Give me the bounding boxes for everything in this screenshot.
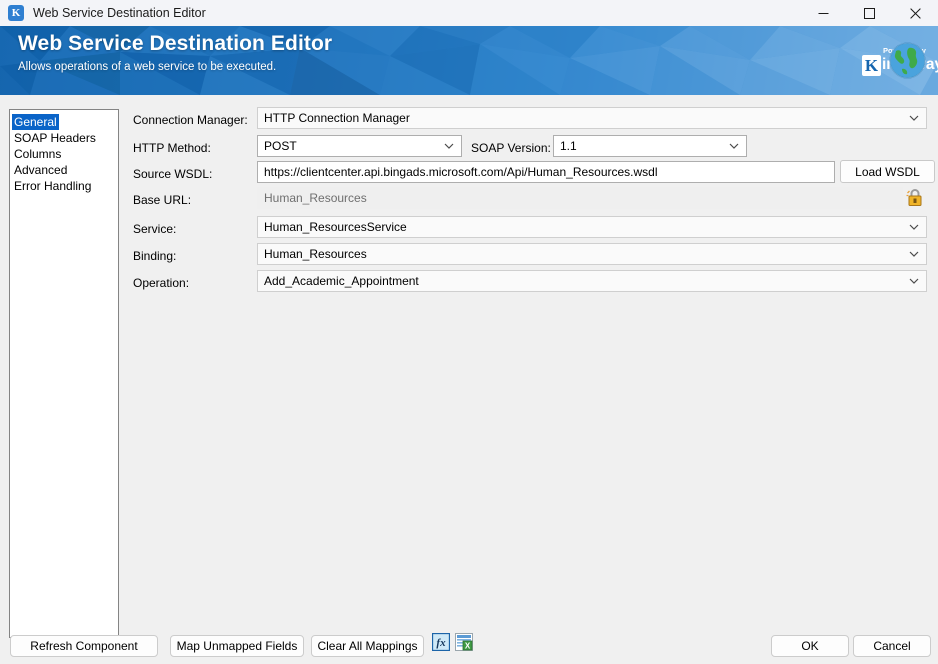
column-mapping-grid-icon[interactable]: X (455, 633, 473, 656)
chevron-down-icon (909, 251, 919, 257)
window-controls (800, 0, 938, 26)
base-url-readonly-field: Human_Resources (257, 187, 903, 209)
binding-select[interactable]: Human_Resources (257, 243, 927, 265)
cancel-button[interactable]: Cancel (853, 635, 931, 657)
connection-manager-select[interactable]: HTTP Connection Manager (257, 107, 927, 129)
minimize-icon[interactable] (800, 0, 846, 26)
kingswaysoft-k-icon: K (8, 5, 24, 21)
nav-row: Advanced (10, 161, 118, 177)
maximize-icon[interactable] (846, 0, 892, 26)
load-wsdl-button[interactable]: Load WSDL (840, 160, 935, 183)
nav-row: Columns (10, 145, 118, 161)
fx-expression-icon[interactable]: fx (431, 632, 451, 656)
header-banner: Web Service Destination Editor Allows op… (0, 26, 938, 95)
http-method-label-row: HTTP Method: (133, 137, 211, 159)
source-wsdl-label-row: Source WSDL: (133, 163, 212, 185)
refresh-component-button[interactable]: Refresh Component (10, 635, 158, 657)
brand-k-mark: K (862, 55, 881, 76)
nav-row: Error Handling (10, 177, 118, 193)
svg-text:X: X (465, 642, 471, 651)
chevron-down-icon (909, 115, 919, 121)
nav-row: SOAP Headers (10, 129, 118, 145)
connection-manager-label: Connection Manager: (133, 113, 248, 127)
http-method-value: POST (264, 139, 297, 153)
chevron-down-icon (729, 143, 739, 149)
operation-value: Add_Academic_Appointment (264, 274, 419, 288)
kingswaysoft-logo: K Powered By ingswaySoft (862, 46, 938, 76)
soap-version-label: SOAP Version: (471, 141, 551, 155)
connection-manager-value: HTTP Connection Manager (264, 111, 410, 125)
source-wsdl-value: https://clientcenter.api.bingads.microso… (264, 165, 658, 179)
map-unmapped-fields-button[interactable]: Map Unmapped Fields (170, 635, 304, 657)
banner-title: Web Service Destination Editor (18, 32, 333, 55)
ok-button[interactable]: OK (771, 635, 849, 657)
service-label-row: Service: (133, 218, 176, 240)
base-url-label: Base URL: (133, 193, 192, 207)
http-method-select[interactable]: POST (257, 135, 462, 157)
sidebar-item-columns[interactable]: Columns (12, 146, 63, 162)
banner-subtitle: Allows operations of a web service to be… (18, 61, 277, 73)
cancel-label: Cancel (873, 639, 911, 653)
sidebar-item-soap-headers[interactable]: SOAP Headers (12, 130, 98, 146)
chevron-down-icon (909, 224, 919, 230)
chevron-down-icon (444, 143, 454, 149)
service-label: Service: (133, 222, 177, 236)
sidebar-item-advanced[interactable]: Advanced (12, 162, 69, 178)
operation-label-row: Operation: (133, 272, 189, 294)
binding-value: Human_Resources (264, 247, 367, 261)
map-unmapped-fields-label: Map Unmapped Fields (176, 639, 298, 653)
svg-text:fx: fx (436, 637, 446, 649)
window-title: Web Service Destination Editor (33, 6, 206, 20)
base-url-label-row: Base URL: (133, 189, 191, 211)
refresh-component-label: Refresh Component (30, 639, 138, 653)
source-wsdl-label: Source WSDL: (133, 167, 213, 181)
web-service-destination-editor-window: K Web Service Destination Editor Web Ser… (0, 0, 938, 664)
service-value: Human_ResourcesService (264, 220, 407, 234)
soap-version-value: 1.1 (560, 139, 577, 153)
padlock-icon[interactable] (905, 187, 925, 213)
source-wsdl-input[interactable]: https://clientcenter.api.bingads.microso… (257, 161, 835, 183)
connection-manager-label-row: Connection Manager: (133, 109, 248, 131)
soap-version-select[interactable]: 1.1 (553, 135, 747, 157)
sidebar-item-general[interactable]: General (12, 114, 59, 130)
service-select[interactable]: Human_ResourcesService (257, 216, 927, 238)
operation-select[interactable]: Add_Academic_Appointment (257, 270, 927, 292)
close-icon[interactable] (892, 0, 938, 26)
title-bar: K Web Service Destination Editor (0, 0, 938, 26)
chevron-down-icon (909, 278, 919, 284)
clear-all-mappings-button[interactable]: Clear All Mappings (311, 635, 424, 657)
section-nav-list[interactable]: General SOAP Headers Columns Advanced Er… (9, 109, 119, 638)
banner-text-group: Web Service Destination Editor Allows op… (18, 32, 332, 73)
operation-label: Operation: (133, 276, 190, 290)
content-area: General SOAP Headers Columns Advanced Er… (0, 95, 938, 664)
footer-bar: Refresh Component Map Unmapped Fields Cl… (0, 628, 938, 664)
ok-label: OK (801, 639, 819, 653)
clear-all-mappings-label: Clear All Mappings (317, 639, 418, 653)
load-wsdl-label: Load WSDL (855, 164, 920, 179)
base-url-value: Human_Resources (264, 191, 367, 205)
globe-icon (889, 42, 926, 84)
binding-label-row: Binding: (133, 245, 176, 267)
binding-label: Binding: (133, 249, 177, 263)
nav-row: General (10, 113, 118, 130)
soap-version-label-row: SOAP Version: (471, 137, 551, 159)
http-method-label: HTTP Method: (133, 141, 211, 155)
sidebar-item-error-handling[interactable]: Error Handling (12, 178, 93, 194)
